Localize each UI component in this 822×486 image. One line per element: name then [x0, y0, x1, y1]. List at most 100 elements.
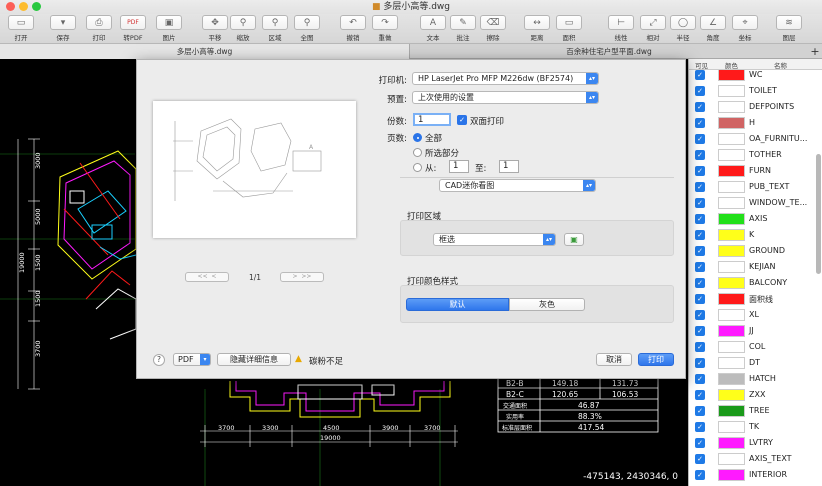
- layer-visible-checkbox[interactable]: ✓: [695, 358, 705, 368]
- layer-color-swatch[interactable]: [718, 341, 745, 353]
- layer-visible-checkbox[interactable]: ✓: [695, 390, 705, 400]
- topdf-button[interactable]: PDF 转PDF: [120, 15, 146, 43]
- layer-color-swatch[interactable]: [718, 245, 745, 257]
- layer-color-swatch[interactable]: [718, 229, 745, 241]
- erase-button[interactable]: ⌫ 擦除: [480, 15, 506, 43]
- layer-visible-checkbox[interactable]: ✓: [695, 198, 705, 208]
- pages-selection-radio[interactable]: [413, 148, 422, 157]
- cancel-button[interactable]: 取消: [596, 353, 632, 366]
- layer-visible-checkbox[interactable]: ✓: [695, 166, 705, 176]
- layer-color-swatch[interactable]: [718, 453, 745, 465]
- note-button[interactable]: ✎ 批注: [450, 15, 476, 43]
- layer-visible-checkbox[interactable]: ✓: [695, 294, 705, 304]
- zoom-window-button[interactable]: [32, 2, 41, 11]
- layer-visible-checkbox[interactable]: ✓: [695, 374, 705, 384]
- pages-all-radio[interactable]: [413, 133, 422, 142]
- zone-button[interactable]: ⚲ 区域: [262, 15, 288, 43]
- print-area-select[interactable]: 框选 ▴▾: [433, 233, 556, 246]
- layer-row[interactable]: ✓ ZXX: [689, 387, 815, 403]
- rad-button[interactable]: ◯ 半径: [670, 15, 696, 43]
- pan-button[interactable]: ✥ 平移: [202, 15, 228, 43]
- dist-button[interactable]: ↔ 距离: [524, 15, 550, 43]
- layer-row[interactable]: ✓ FURN: [689, 163, 815, 179]
- layer-color-swatch[interactable]: [718, 389, 745, 401]
- preset-select[interactable]: 上次使用的设置 ▴▾: [412, 91, 599, 104]
- layer-color-swatch[interactable]: [718, 469, 745, 481]
- layer-visible-checkbox[interactable]: ✓: [695, 278, 705, 288]
- full-button[interactable]: ⚲ 全图: [294, 15, 320, 43]
- layer-color-swatch[interactable]: [718, 421, 745, 433]
- style-gray-segment[interactable]: 灰色: [509, 298, 585, 311]
- layer-visible-checkbox[interactable]: ✓: [695, 102, 705, 112]
- layer-row[interactable]: ✓ GROUND: [689, 243, 815, 259]
- layer-row[interactable]: ✓ LVTRY: [689, 435, 815, 451]
- layers-scrollbar[interactable]: [816, 154, 821, 274]
- layer-color-swatch[interactable]: [718, 85, 745, 97]
- duplex-checkbox[interactable]: ✓: [457, 115, 467, 125]
- linear-button[interactable]: ⊢ 线性: [608, 15, 634, 43]
- printer-select[interactable]: HP LaserJet Pro MFP M226dw (BF2574) ▴▾: [412, 72, 599, 85]
- layer-row[interactable]: ✓ XL: [689, 307, 815, 323]
- image-button[interactable]: ▣ 图片: [156, 15, 182, 43]
- layer-visible-checkbox[interactable]: ✓: [695, 230, 705, 240]
- layer-visible-checkbox[interactable]: ✓: [695, 214, 705, 224]
- layer-row[interactable]: ✓ K: [689, 227, 815, 243]
- layer-color-swatch[interactable]: [718, 277, 745, 289]
- layer-color-swatch[interactable]: [718, 373, 745, 385]
- layer-visible-checkbox[interactable]: ✓: [695, 182, 705, 192]
- print-button[interactable]: ⎙ 打印: [86, 15, 112, 43]
- copies-input[interactable]: 1: [413, 113, 451, 126]
- hide-details-button[interactable]: 隐藏详细信息: [217, 353, 291, 366]
- zoom-button[interactable]: ⚲ 缩放: [230, 15, 256, 43]
- layer-visible-checkbox[interactable]: ✓: [695, 326, 705, 336]
- pages-to-input[interactable]: 1: [499, 160, 519, 173]
- layer-visible-checkbox[interactable]: ✓: [695, 262, 705, 272]
- layer-color-swatch[interactable]: [718, 181, 745, 193]
- tab-document-2[interactable]: 百余种住宅户型平面.dwg: [410, 44, 808, 59]
- layer-row[interactable]: ✓ AXIS: [689, 211, 815, 227]
- layer-row[interactable]: ✓ COL: [689, 339, 815, 355]
- layer-row[interactable]: ✓ TOTHER: [689, 147, 815, 163]
- layer-row[interactable]: ✓ TREE: [689, 403, 815, 419]
- layer-visible-checkbox[interactable]: ✓: [695, 454, 705, 464]
- help-button[interactable]: ?: [153, 354, 165, 366]
- print-button[interactable]: 打印: [638, 353, 674, 366]
- layer-color-swatch[interactable]: [718, 213, 745, 225]
- layer-color-swatch[interactable]: [718, 69, 745, 81]
- text-button[interactable]: A 文本: [420, 15, 446, 43]
- layer-row[interactable]: ✓ AXIS_TEXT: [689, 451, 815, 467]
- layer-visible-checkbox[interactable]: ✓: [695, 470, 705, 480]
- minimize-window-button[interactable]: [19, 2, 28, 11]
- area-button[interactable]: ▭ 面积: [556, 15, 582, 43]
- layer-visible-checkbox[interactable]: ✓: [695, 118, 705, 128]
- layer-button[interactable]: ≋ 图层: [776, 15, 802, 43]
- pages-from-input[interactable]: 1: [449, 160, 469, 173]
- layer-row[interactable]: ✓ OA_FURNITU...: [689, 131, 815, 147]
- coord-button[interactable]: ⌖ 坐标: [732, 15, 758, 43]
- layer-color-swatch[interactable]: [718, 261, 745, 273]
- layer-visible-checkbox[interactable]: ✓: [695, 150, 705, 160]
- next-page-button[interactable]: > >>: [280, 272, 324, 282]
- open-button[interactable]: ▭ 打开: [8, 15, 34, 43]
- save-button[interactable]: ▾ 保存: [50, 15, 76, 43]
- layer-color-swatch[interactable]: [718, 325, 745, 337]
- layer-color-swatch[interactable]: [718, 197, 745, 209]
- rel-button[interactable]: ⤢ 相对: [640, 15, 666, 43]
- layer-color-swatch[interactable]: [718, 117, 745, 129]
- layer-visible-checkbox[interactable]: ✓: [695, 422, 705, 432]
- layer-color-swatch[interactable]: [718, 437, 745, 449]
- layer-row[interactable]: ✓ 面积线: [689, 291, 815, 307]
- layer-row[interactable]: ✓ TK: [689, 419, 815, 435]
- first-page-button[interactable]: << <: [185, 272, 229, 282]
- layer-row[interactable]: ✓ JJ: [689, 323, 815, 339]
- layer-color-swatch[interactable]: [718, 101, 745, 113]
- layer-visible-checkbox[interactable]: ✓: [695, 246, 705, 256]
- layer-row[interactable]: ✓ WINDOW_TE...: [689, 195, 815, 211]
- redo-button[interactable]: ↷ 重做: [372, 15, 398, 43]
- layer-visible-checkbox[interactable]: ✓: [695, 70, 705, 80]
- layer-visible-checkbox[interactable]: ✓: [695, 134, 705, 144]
- layer-row[interactable]: ✓ DEFPOINTS: [689, 99, 815, 115]
- layer-color-swatch[interactable]: [718, 405, 745, 417]
- tab-document-1[interactable]: 多层小高等.dwg: [0, 44, 410, 59]
- layer-color-swatch[interactable]: [718, 309, 745, 321]
